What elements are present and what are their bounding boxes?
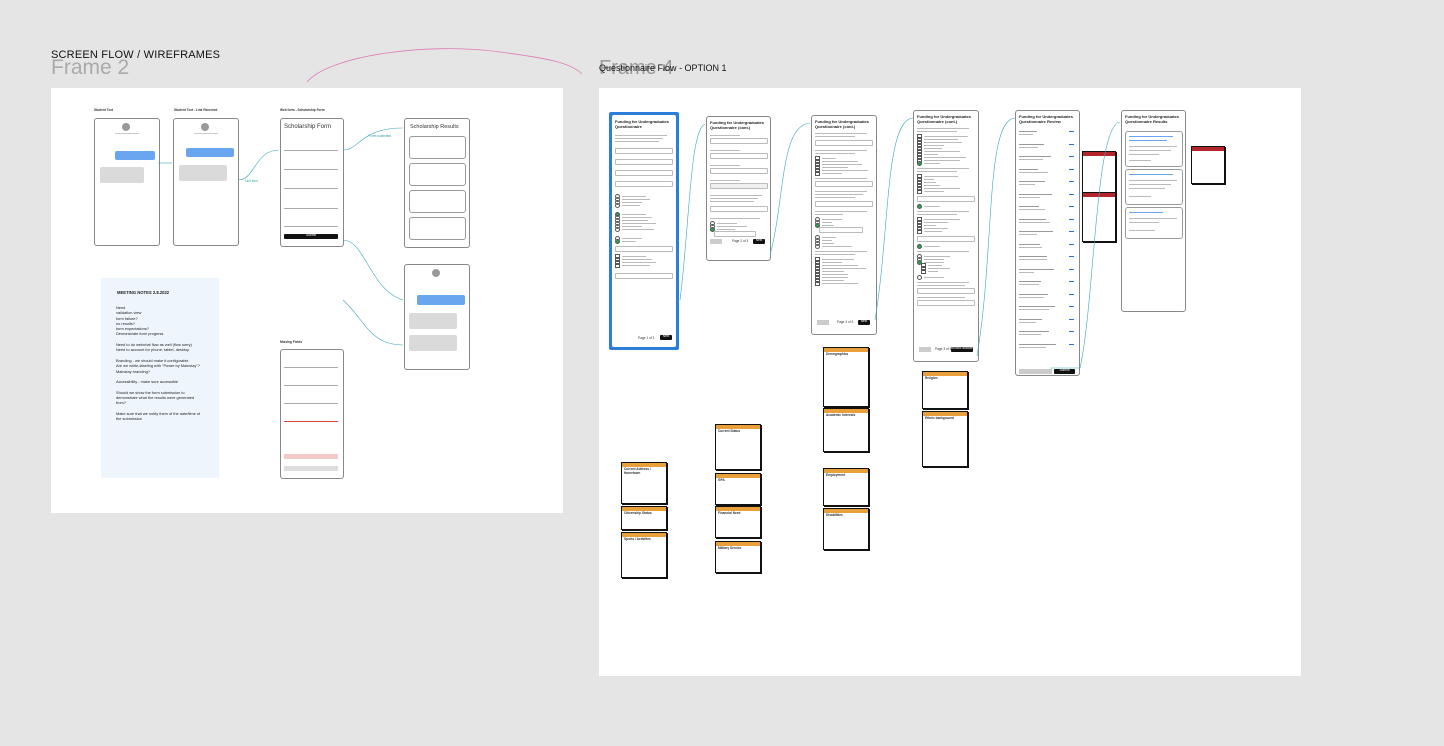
frame4-connectors	[679, 117, 1121, 369]
